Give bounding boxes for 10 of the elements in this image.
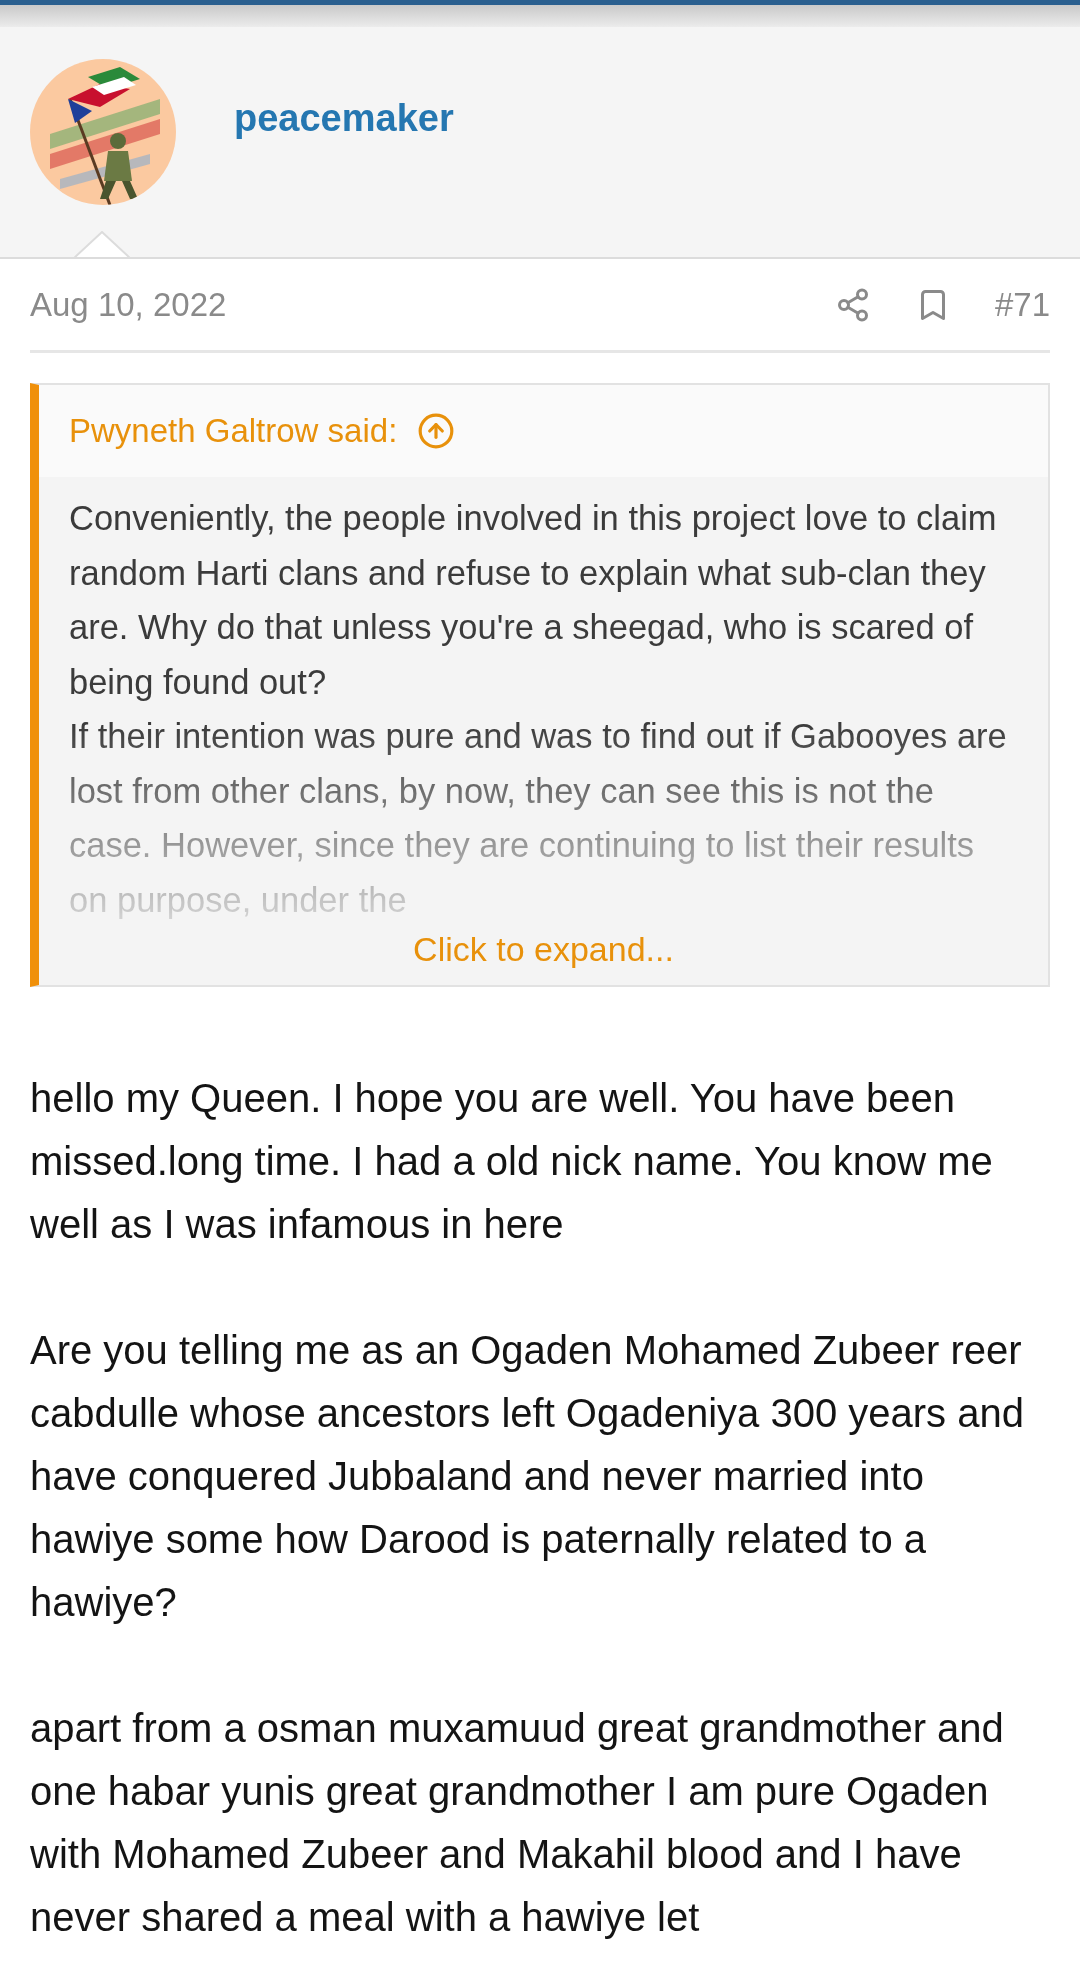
- jump-to-quote-icon[interactable]: [417, 412, 456, 450]
- quote-author[interactable]: Pwyneth Galtrow said:: [69, 406, 398, 456]
- post-paragraph: Are you telling me as an Ogaden Mohamed Zubeer reer cabdulle whose ancestors left Ogadeniya 300 years and have conquered Jubbaland and never married into hawiye some how Darood is paternally related to a hawiye?: [30, 1327, 1025, 1626]
- post-paragraph: hello my Queen. I hope you are well. You have been missed.long time. I had a old nick name. You know me well as I was infamous in here: [30, 1075, 994, 1248]
- username[interactable]: peacemaker: [234, 99, 454, 137]
- post-paragraph: apart from a osman muxamuud great grandmother and one habar yunis great grandmother I am pure Ogaden with Mohamed Zubeer and Makahil blood and I have never shared a meal with a hawiye let: [30, 1705, 1005, 1941]
- quote-text: Conveniently, the people involved in this project love to claim random Harti clans and refuse to explain what sub-clan they are. Why do that unless you're a sheegad, who is scared of being found out?: [69, 498, 998, 703]
- post-date[interactable]: Aug 10, 2022: [30, 279, 227, 330]
- expand-link[interactable]: Click to expand...: [413, 929, 674, 969]
- post-number[interactable]: #71: [994, 279, 1050, 330]
